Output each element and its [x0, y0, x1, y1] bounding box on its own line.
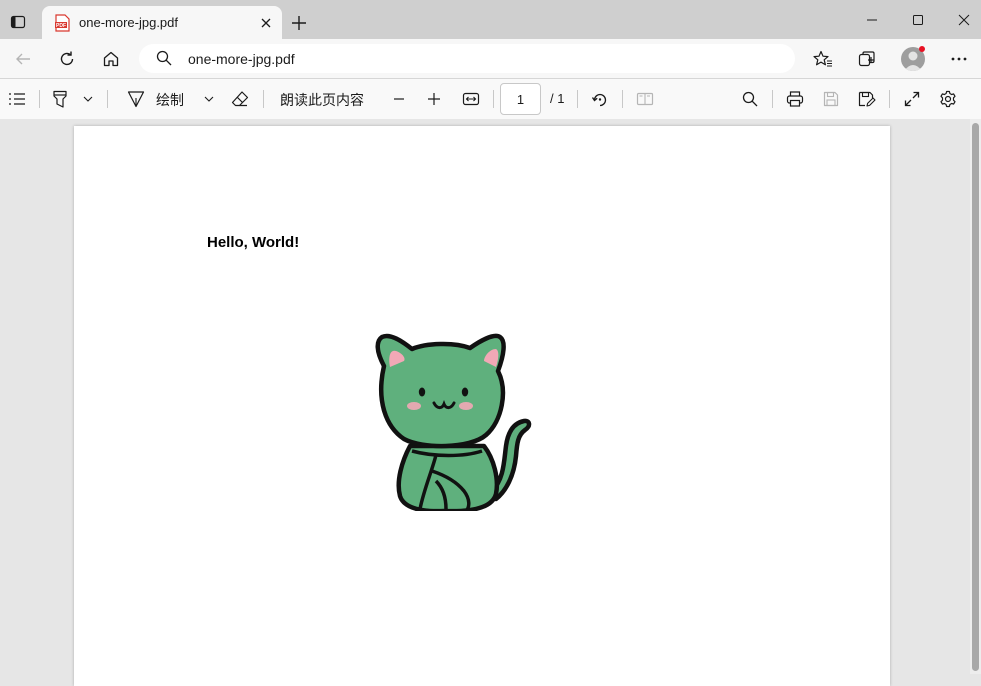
pdf-toolbar: 绘制 朗读此页内容 1 / 1	[0, 78, 981, 120]
read-aloud-button[interactable]: 朗读此页内容	[280, 90, 364, 110]
gear-icon	[940, 90, 956, 108]
toolbar-divider	[772, 90, 773, 108]
two-page-icon	[636, 92, 654, 106]
fit-to-width-button[interactable]	[461, 88, 481, 110]
tab-active[interactable]: PDF one-more-jpg.pdf	[42, 6, 282, 39]
page-number-input[interactable]: 1	[500, 83, 541, 115]
save-as-button[interactable]	[857, 88, 877, 110]
refresh-icon	[60, 51, 74, 66]
scrollbar-thumb[interactable]	[972, 123, 979, 671]
minimize-button[interactable]	[860, 10, 884, 30]
cat-image	[374, 331, 534, 511]
tab-actions-icon	[10, 15, 26, 29]
page-count: / 1	[550, 91, 565, 106]
back-button[interactable]	[11, 47, 35, 71]
pdf-icon-label: PDF	[56, 23, 66, 29]
more-icon	[951, 57, 967, 61]
plus-icon	[292, 16, 306, 30]
pdf-settings-button[interactable]	[938, 88, 958, 110]
home-button[interactable]	[99, 47, 123, 71]
pdf-viewer[interactable]: Hello, World!	[0, 119, 981, 686]
save-button[interactable]	[821, 88, 841, 110]
new-tab-button[interactable]	[288, 12, 310, 34]
chevron-down-icon	[83, 96, 93, 102]
toolbar-divider	[39, 90, 40, 108]
vertical-scrollbar[interactable]	[970, 119, 981, 674]
toolbar-divider	[107, 90, 108, 108]
pen-icon	[127, 91, 145, 108]
draw-options-button[interactable]	[201, 88, 217, 110]
erase-button[interactable]	[230, 88, 250, 110]
document-text: Hello, World!	[207, 234, 300, 251]
close-icon	[958, 14, 970, 26]
search-icon	[742, 91, 758, 107]
fit-width-icon	[462, 92, 480, 106]
highlighter-icon	[53, 90, 67, 108]
save-as-icon	[858, 91, 876, 107]
rotate-icon	[591, 93, 607, 107]
floppy-disk-icon	[823, 91, 839, 107]
tab-actions-button[interactable]	[6, 10, 30, 34]
contents-button[interactable]	[7, 88, 27, 110]
tab-title: one-more-jpg.pdf	[79, 15, 178, 30]
rotate-button[interactable]	[590, 88, 610, 110]
address-bar[interactable]: one-more-jpg.pdf	[139, 44, 795, 73]
notification-dot	[919, 46, 925, 52]
draw-button[interactable]	[126, 88, 146, 110]
print-button[interactable]	[785, 88, 805, 110]
toolbar-divider	[889, 90, 890, 108]
tab-bar: PDF one-more-jpg.pdf	[0, 0, 981, 39]
zoom-out-button[interactable]	[390, 88, 408, 110]
toolbar-divider	[263, 90, 264, 108]
toolbar-divider	[493, 90, 494, 108]
favorites-button[interactable]	[811, 47, 835, 71]
tab-close-button[interactable]	[257, 14, 275, 32]
maximize-icon	[913, 15, 923, 25]
arrow-left-icon	[16, 53, 30, 65]
collections-icon	[858, 51, 875, 67]
toolbar-divider	[577, 90, 578, 108]
plus-icon	[428, 93, 440, 105]
list-icon	[9, 93, 25, 105]
printer-icon	[786, 91, 804, 107]
search-icon	[156, 50, 172, 66]
page-view-button[interactable]	[635, 88, 655, 110]
zoom-in-button[interactable]	[425, 88, 443, 110]
highlight-button[interactable]	[50, 88, 70, 110]
fullscreen-button[interactable]	[902, 88, 922, 110]
minimize-icon	[867, 19, 877, 21]
expand-icon	[904, 91, 920, 107]
star-list-icon	[813, 50, 832, 67]
url-text[interactable]: one-more-jpg.pdf	[188, 51, 295, 67]
collections-button[interactable]	[855, 47, 879, 71]
draw-label[interactable]: 绘制	[156, 90, 184, 110]
pdf-file-icon: PDF	[54, 14, 70, 32]
highlight-options-button[interactable]	[80, 88, 96, 110]
navigation-bar: one-more-jpg.pdf	[0, 39, 981, 78]
home-icon	[103, 51, 119, 67]
find-button[interactable]	[740, 88, 760, 110]
maximize-button[interactable]	[906, 10, 930, 30]
settings-more-button[interactable]	[947, 47, 971, 71]
pdf-page: Hello, World!	[74, 126, 890, 686]
close-icon	[261, 18, 271, 28]
minus-icon	[394, 98, 404, 100]
toolbar-divider	[622, 90, 623, 108]
window-close-button[interactable]	[952, 10, 976, 30]
eraser-icon	[231, 91, 249, 107]
chevron-down-icon	[204, 96, 214, 102]
refresh-button[interactable]	[55, 47, 79, 71]
